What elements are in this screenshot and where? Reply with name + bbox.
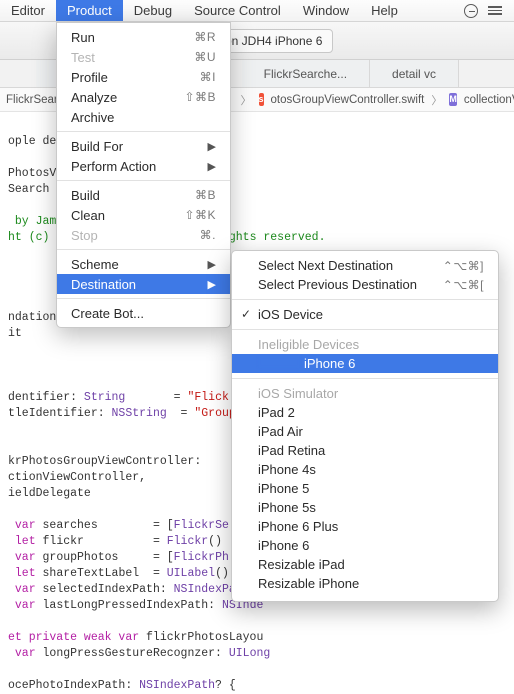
destination-heading: Ineligible Devices xyxy=(232,335,498,354)
menubar-status-icons xyxy=(464,4,502,18)
product-menu-create-bot-[interactable]: Create Bot... xyxy=(57,303,230,323)
code-type: FlickrPh xyxy=(174,551,229,564)
product-menu-analyze[interactable]: Analyze⇧⌘B xyxy=(57,87,230,107)
breadcrumb-project: FlickrSearc xyxy=(6,94,64,106)
product-menu-stop: Stop⌘. xyxy=(57,225,230,245)
product-menu-run[interactable]: Run⌘R xyxy=(57,27,230,47)
sync-icon xyxy=(464,4,478,18)
redacted-device-name xyxy=(258,356,300,368)
code-type: Flickr xyxy=(167,535,208,548)
destination-ipad-2[interactable]: iPad 2 xyxy=(232,403,498,422)
menu-window[interactable]: Window xyxy=(292,0,360,21)
code-line: selectedIndexPath: xyxy=(36,583,174,596)
code-line: ht (c) 2 xyxy=(8,231,63,244)
code-line: ctionViewController, xyxy=(8,471,146,484)
swift-file-icon: s xyxy=(259,93,264,106)
destination-iphone-5[interactable]: iPhone 5 xyxy=(232,479,498,498)
code-line: ocePhotoIndexPath: xyxy=(8,679,139,692)
product-menu-destination[interactable]: Destination▶ xyxy=(57,274,230,294)
code-line: groupPhotos = [ xyxy=(36,551,174,564)
code-line: ndation xyxy=(8,311,56,324)
code-kw: let xyxy=(15,535,36,548)
code-line: tleIdentifier: xyxy=(8,407,112,420)
code-line: lastLongPressedIndexPath: xyxy=(36,599,222,612)
scheme-destination[interactable]: on JDH4 iPhone 6 xyxy=(214,29,333,53)
destination-iphone-6-plus[interactable]: iPhone 6 Plus xyxy=(232,517,498,536)
code-line: ghts reserved. xyxy=(229,231,326,244)
code-type: NSIndexPath xyxy=(139,679,215,692)
destination-select-previous-destination[interactable]: Select Previous Destination⌃⌥⌘[ xyxy=(232,275,498,294)
tab-2[interactable]: detail vc xyxy=(370,60,459,87)
destination-submenu: Select Next Destination⌃⌥⌘]Select Previo… xyxy=(231,250,499,602)
destination-resizable-ipad[interactable]: Resizable iPad xyxy=(232,555,498,574)
menu-source-control[interactable]: Source Control xyxy=(183,0,292,21)
destination-iphone-6[interactable]: iPhone 6 xyxy=(232,354,498,373)
tab-1[interactable]: FlickrSearche... xyxy=(242,60,370,87)
code-line: ieldDelegate xyxy=(8,487,91,500)
code-kw: var xyxy=(15,647,36,660)
destination-heading: iOS Simulator xyxy=(232,384,498,403)
code-kw: var xyxy=(15,551,36,564)
menubar: Editor Product Debug Source Control Wind… xyxy=(0,0,514,22)
code-line: () xyxy=(208,535,222,548)
code-line: longPressGestureRecognzer: xyxy=(36,647,229,660)
code-type: FlickrSe xyxy=(174,519,229,532)
code-kw: et private weak var xyxy=(8,631,139,644)
code-line: flickrPhotosLayou xyxy=(139,631,263,644)
destination-iphone-4s[interactable]: iPhone 4s xyxy=(232,460,498,479)
code-line: it xyxy=(8,327,22,340)
code-type: NSString xyxy=(112,407,167,420)
product-menu-build[interactable]: Build⌘B xyxy=(57,185,230,205)
code-kw: var xyxy=(15,599,36,612)
menu-extras-icon xyxy=(488,6,502,15)
destination-resizable-iphone[interactable]: Resizable iPhone xyxy=(232,574,498,593)
check-icon: ✓ xyxy=(241,307,251,321)
destination-ipad-retina[interactable]: iPad Retina xyxy=(232,441,498,460)
breadcrumb-symbol: collectionView(_:vie xyxy=(464,94,514,106)
code-line: by Jame xyxy=(8,215,63,228)
code-type: UILabel xyxy=(167,567,215,580)
code-kw: var xyxy=(15,583,36,596)
code-line: PhotosVi xyxy=(8,167,63,180)
code-kw: let xyxy=(15,567,36,580)
product-menu-build-for[interactable]: Build For▶ xyxy=(57,136,230,156)
code-str: "Group xyxy=(194,407,235,420)
menu-product[interactable]: Product xyxy=(56,0,123,21)
product-menu-clean[interactable]: Clean⇧⌘K xyxy=(57,205,230,225)
destination-iphone-5s[interactable]: iPhone 5s xyxy=(232,498,498,517)
code-line: searches = [ xyxy=(36,519,174,532)
code-line: dentifier: xyxy=(8,391,84,404)
destination-iphone-6[interactable]: iPhone 6 xyxy=(232,536,498,555)
code-str: "Flick xyxy=(187,391,228,404)
breadcrumb-file: otosGroupViewController.swift xyxy=(271,94,425,106)
destination-ios-device[interactable]: ✓iOS Device xyxy=(232,305,498,324)
method-icon: M xyxy=(449,93,457,106)
breadcrumb-sep: 〉 xyxy=(238,92,255,108)
product-menu: Run⌘RTest⌘UProfile⌘IAnalyze⇧⌘BArchive Bui… xyxy=(56,22,231,328)
code-type: UILong xyxy=(229,647,270,660)
product-menu-test: Test⌘U xyxy=(57,47,230,67)
code-line: flickr = xyxy=(36,535,167,548)
menu-editor[interactable]: Editor xyxy=(0,0,56,21)
code-line: krPhotosGroupViewController: xyxy=(8,455,201,468)
code-kw: var xyxy=(15,519,36,532)
product-menu-archive[interactable]: Archive xyxy=(57,107,230,127)
code-type: String xyxy=(84,391,125,404)
code-line: shareTextLabel = xyxy=(36,567,167,580)
destination-ipad-air[interactable]: iPad Air xyxy=(232,422,498,441)
code-line: ? xyxy=(215,679,229,692)
menu-debug[interactable]: Debug xyxy=(123,0,183,21)
code-line: () xyxy=(215,567,229,580)
destination-select-next-destination[interactable]: Select Next Destination⌃⌥⌘] xyxy=(232,256,498,275)
product-menu-perform-action[interactable]: Perform Action▶ xyxy=(57,156,230,176)
menu-help[interactable]: Help xyxy=(360,0,409,21)
code-line: Search xyxy=(8,183,49,196)
product-menu-profile[interactable]: Profile⌘I xyxy=(57,67,230,87)
product-menu-scheme[interactable]: Scheme▶ xyxy=(57,254,230,274)
breadcrumb-sep2: 〉 xyxy=(428,92,445,108)
